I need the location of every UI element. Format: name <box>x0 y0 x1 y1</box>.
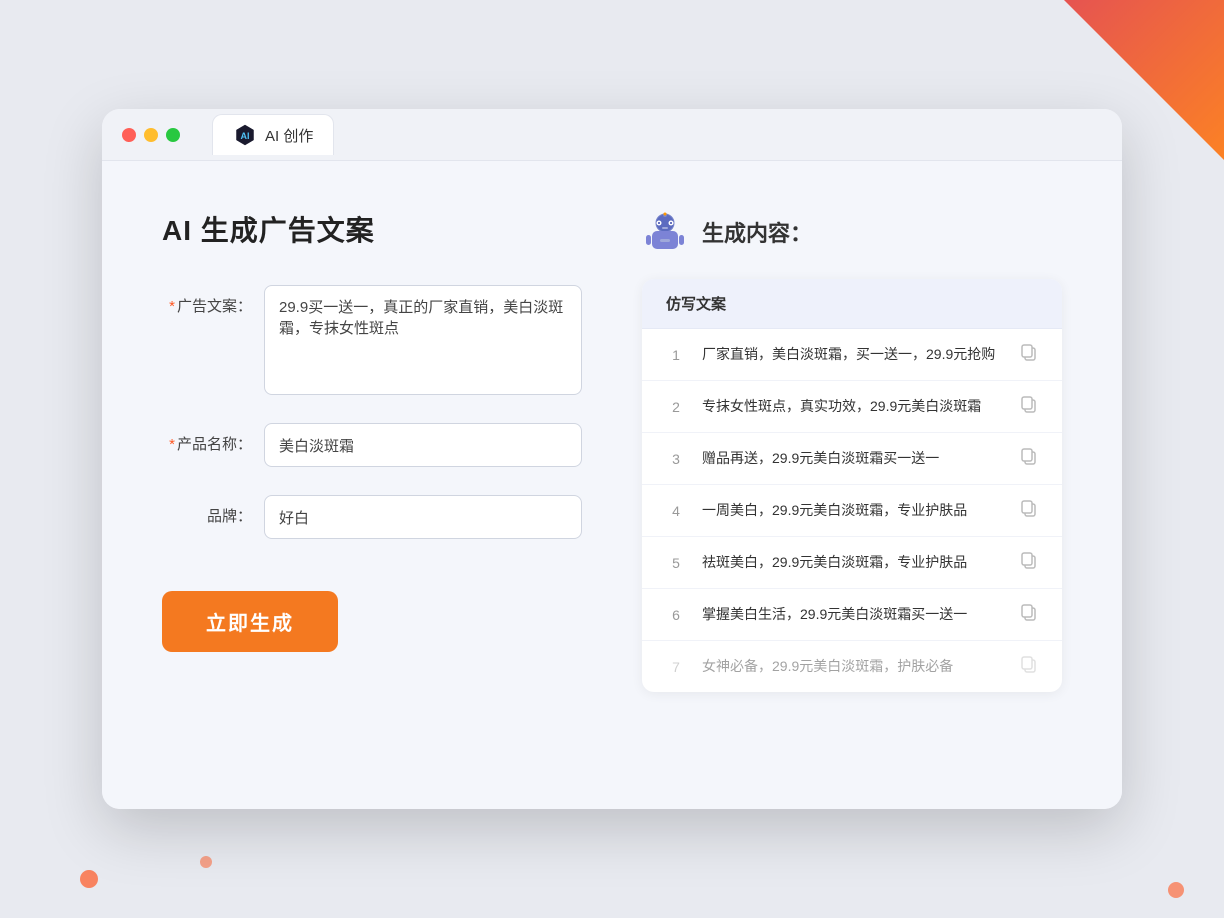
table-row: 6 掌握美白生活，29.9元美白淡斑霜买一送一 <box>642 589 1062 641</box>
ad-copy-label: *广告文案： <box>162 285 252 316</box>
result-text: 厂家直销，美白淡斑霜，买一送一，29.9元抢购 <box>702 344 1004 365</box>
result-table: 仿写文案 1 厂家直销，美白淡斑霜，买一送一，29.9元抢购 2 专抹女性斑点，真实功… <box>642 279 1062 692</box>
result-num: 5 <box>666 555 686 571</box>
brand-group: 品牌： <box>162 495 582 539</box>
brand-label: 品牌： <box>162 495 252 526</box>
ad-copy-required: * <box>169 298 175 315</box>
bg-decoration-dot-1 <box>80 870 98 888</box>
product-name-label: *产品名称： <box>162 423 252 454</box>
copy-button[interactable] <box>1020 499 1038 522</box>
browser-window: AI AI 创作 AI 生成广告文案 *广告文案： 29.9买一送一，真正的厂家… <box>102 109 1122 809</box>
result-title: 生成内容： <box>702 216 812 248</box>
copy-button[interactable] <box>1020 603 1038 626</box>
brand-input[interactable] <box>264 495 582 539</box>
minimize-button[interactable] <box>144 128 158 142</box>
result-text: 一周美白，29.9元美白淡斑霜，专业护肤品 <box>702 500 1004 521</box>
tab-label: AI 创作 <box>265 125 313 146</box>
copy-button[interactable] <box>1020 447 1038 470</box>
close-button[interactable] <box>122 128 136 142</box>
title-bar: AI AI 创作 <box>102 109 1122 161</box>
result-text: 祛斑美白，29.9元美白淡斑霜，专业护肤品 <box>702 552 1004 573</box>
page-title: AI 生成广告文案 <box>162 209 582 249</box>
right-panel: 生成内容： 仿写文案 1 厂家直销，美白淡斑霜，买一送一，29.9元抢购 2 专抹女性… <box>642 209 1062 761</box>
main-content: AI 生成广告文案 *广告文案： 29.9买一送一，真正的厂家直销，美白淡斑霜，… <box>102 161 1122 809</box>
result-num: 7 <box>666 659 686 675</box>
product-name-required: * <box>169 436 175 453</box>
result-text: 女神必备，29.9元美白淡斑霜，护肤必备 <box>702 656 1004 677</box>
result-text: 专抹女性斑点，真实功效，29.9元美白淡斑霜 <box>702 396 1004 417</box>
product-name-group: *产品名称： <box>162 423 582 467</box>
result-num: 6 <box>666 607 686 623</box>
ad-copy-group: *广告文案： 29.9买一送一，真正的厂家直销，美白淡斑霜，专抹女性斑点 <box>162 285 582 395</box>
bg-decoration-dot-3 <box>1168 882 1184 898</box>
robot-icon <box>642 209 688 255</box>
ad-copy-input[interactable]: 29.9买一送一，真正的厂家直销，美白淡斑霜，专抹女性斑点 <box>264 285 582 395</box>
result-text: 赠品再送，29.9元美白淡斑霜买一送一 <box>702 448 1004 469</box>
left-panel: AI 生成广告文案 *广告文案： 29.9买一送一，真正的厂家直销，美白淡斑霜，… <box>162 209 582 761</box>
copy-button[interactable] <box>1020 551 1038 574</box>
table-row: 1 厂家直销，美白淡斑霜，买一送一，29.9元抢购 <box>642 329 1062 381</box>
table-row: 4 一周美白，29.9元美白淡斑霜，专业护肤品 <box>642 485 1062 537</box>
product-name-input[interactable] <box>264 423 582 467</box>
results-list: 1 厂家直销，美白淡斑霜，买一送一，29.9元抢购 2 专抹女性斑点，真实功效，29.… <box>642 329 1062 692</box>
table-row: 5 祛斑美白，29.9元美白淡斑霜，专业护肤品 <box>642 537 1062 589</box>
table-row: 7 女神必备，29.9元美白淡斑霜，护肤必备 <box>642 641 1062 692</box>
ai-creation-tab[interactable]: AI AI 创作 <box>212 114 334 155</box>
result-text: 掌握美白生活，29.9元美白淡斑霜买一送一 <box>702 604 1004 625</box>
result-num: 1 <box>666 347 686 363</box>
copy-button[interactable] <box>1020 343 1038 366</box>
maximize-button[interactable] <box>166 128 180 142</box>
copy-button[interactable] <box>1020 655 1038 678</box>
copy-button[interactable] <box>1020 395 1038 418</box>
window-controls <box>122 128 180 142</box>
result-num: 2 <box>666 399 686 415</box>
result-table-header: 仿写文案 <box>642 279 1062 329</box>
result-header: 生成内容： <box>642 209 1062 255</box>
result-num: 3 <box>666 451 686 467</box>
ai-logo-icon: AI <box>233 123 257 147</box>
bg-decoration-dot-2 <box>200 856 212 868</box>
generate-button[interactable]: 立即生成 <box>162 591 338 652</box>
svg-text:AI: AI <box>241 131 250 141</box>
table-row: 2 专抹女性斑点，真实功效，29.9元美白淡斑霜 <box>642 381 1062 433</box>
table-row: 3 赠品再送，29.9元美白淡斑霜买一送一 <box>642 433 1062 485</box>
result-num: 4 <box>666 503 686 519</box>
